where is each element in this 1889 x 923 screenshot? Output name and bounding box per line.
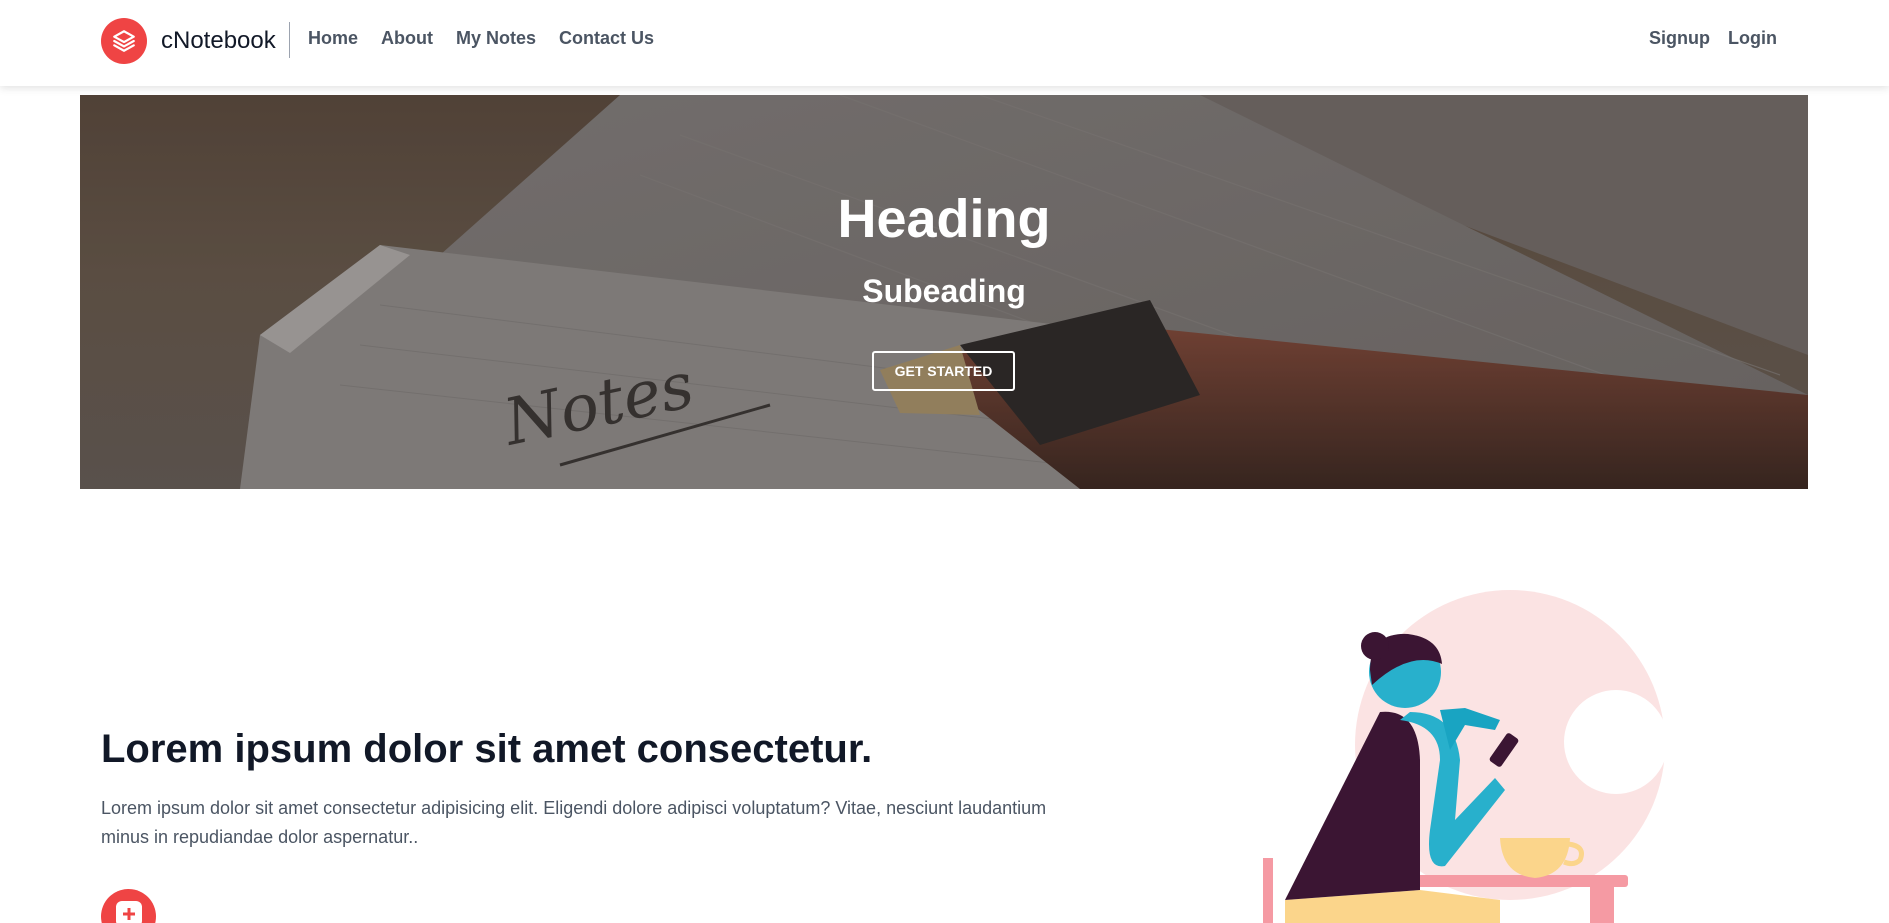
brand[interactable]: cNotebook [101, 18, 276, 64]
hero-heading: Heading [837, 189, 1051, 249]
get-started-button[interactable]: GET STARTED [872, 351, 1015, 391]
nav-link-about[interactable]: About [381, 28, 433, 49]
signup-link[interactable]: Signup [1649, 28, 1710, 49]
feature-title: Lorem ipsum dolor sit amet consectetur. [101, 727, 873, 771]
login-link[interactable]: Login [1728, 28, 1777, 49]
nav-divider [289, 22, 290, 58]
hero-banner: Notes Heading Subeading GET STARTED [80, 95, 1808, 489]
nav-link-contact-us[interactable]: Contact Us [559, 28, 654, 49]
plus-square-icon [101, 889, 156, 923]
stack-layers-icon [101, 18, 147, 64]
brand-name: cNotebook [161, 27, 276, 54]
nav-link-my-notes[interactable]: My Notes [456, 28, 536, 49]
main-nav: Home About My Notes Contact Us [308, 28, 677, 49]
navbar: cNotebook Home About My Notes Contact Us… [0, 0, 1889, 86]
feature-description: Lorem ipsum dolor sit amet consectetur a… [101, 798, 1047, 847]
person-reading-illustration [1263, 590, 1668, 923]
hero-subheading: Subeading [862, 273, 1026, 309]
auth-links: Signup Login [1631, 28, 1777, 49]
nav-link-home[interactable]: Home [308, 28, 358, 49]
